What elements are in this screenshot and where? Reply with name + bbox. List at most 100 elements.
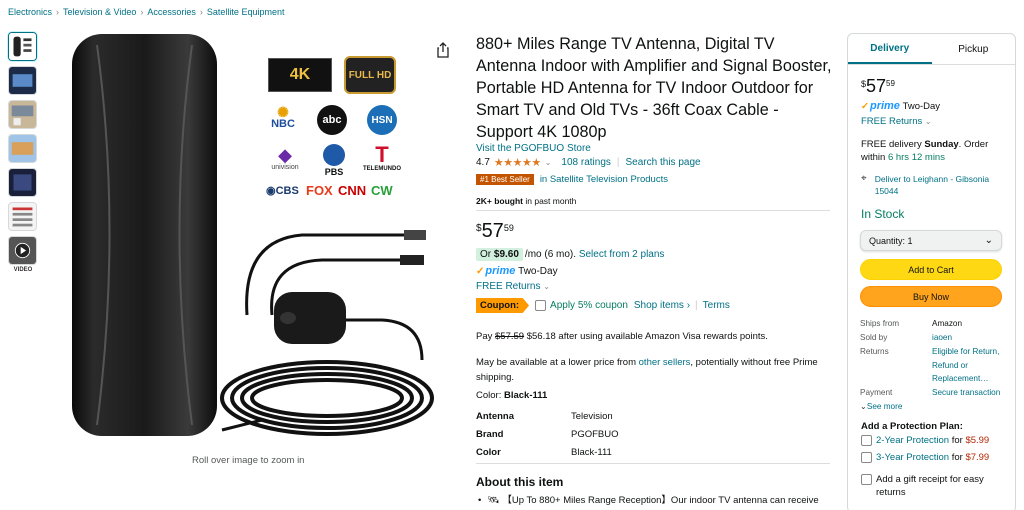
thumbnail-video[interactable] <box>8 236 37 265</box>
tab-pickup[interactable]: Pickup <box>932 34 1016 64</box>
prime-check-icon: ✓ <box>861 100 869 112</box>
thumbnail-4[interactable] <box>8 134 37 163</box>
feature-icon: 🛰 <box>487 495 500 506</box>
add-to-cart-button[interactable]: Add to Cart <box>860 259 1002 280</box>
protection-plan-2yr: 2-Year Protection for $5.99 <box>861 435 989 446</box>
tab-delivery[interactable]: Delivery <box>848 34 932 64</box>
feature-bullet: • 🛰 【Up To 880+ Miles Range Reception】Our … <box>478 495 819 506</box>
prime-check-icon: ✓ <box>476 265 485 277</box>
rating-value: 4.7 <box>476 157 490 168</box>
about-heading: About this item <box>476 475 564 489</box>
breadcrumb-electronics[interactable]: Electronics <box>8 7 52 17</box>
secure-transaction-link[interactable]: Secure transaction <box>932 386 1006 400</box>
spec-table: Antenna Television Brand PGOFBUO Color Blac… <box>476 407 619 461</box>
logo-cnn: CNN <box>338 183 367 198</box>
logo-cbs: ◉CBS <box>266 185 299 197</box>
star-rating-icon[interactable]: ★★★★★ <box>494 156 541 169</box>
delivery-tabs: Delivery Pickup <box>848 34 1015 64</box>
logo-abc: abc <box>317 105 347 135</box>
thumbnail-6[interactable] <box>8 202 37 231</box>
divider <box>848 64 1015 65</box>
buybox-prime: ✓ prime Two-Day <box>861 100 941 112</box>
sold-by-row: Sold by iaoen <box>860 331 1006 345</box>
buy-now-button[interactable]: Buy Now <box>860 286 1002 307</box>
bought-info: 2K+ bought in past month <box>476 196 577 206</box>
lower-price-text: May be available at a lower price from o… <box>476 357 818 383</box>
thumbnail-3[interactable] <box>8 100 37 129</box>
coupon-row: Coupon: Apply 5% coupon Shop items › | T… <box>476 298 730 313</box>
ships-from-row: Ships from Amazon <box>860 319 963 328</box>
logo-pbs: PBS <box>320 144 348 177</box>
free-returns-link[interactable]: FREE Returns ⌄ <box>476 281 550 292</box>
deliver-to-location[interactable]: ⌖ Deliver to Leighann - Gibsonia 15044 <box>861 173 1011 197</box>
price: $57 59 <box>476 220 514 242</box>
rating-row: 4.7 ★★★★★ ⌄ 108 ratings | Search this pa… <box>476 156 701 169</box>
separator: | <box>616 157 620 168</box>
spec-row-brand: Brand PGOFBUO <box>476 428 619 440</box>
location-pin-icon: ⌖ <box>861 173 867 184</box>
seller-link[interactable]: iaoen <box>932 331 1006 345</box>
spec-row-antenna: Antenna Television <box>476 410 613 422</box>
coupon-badge: Coupon: <box>476 298 530 313</box>
quantity-select[interactable]: Quantity: 1 ⌄ <box>860 230 1002 251</box>
share-icon[interactable] <box>436 42 450 58</box>
coupon-checkbox[interactable] <box>535 300 547 311</box>
protection-plan-3yr: 3-Year Protection for $7.99 <box>861 452 989 463</box>
terms-link[interactable]: Terms <box>703 300 730 311</box>
plan-2yr-link[interactable]: 2-Year Protection <box>876 435 949 446</box>
color-selection: Color: Black-111 <box>476 390 548 401</box>
best-seller-badge[interactable]: #1 Best Seller <box>476 174 534 185</box>
video-label: VIDEO <box>13 267 33 273</box>
payment-row: Payment Secure transaction <box>860 386 1006 400</box>
breadcrumb-tv-video[interactable]: Television & Video <box>63 7 136 17</box>
thumbnail-1[interactable] <box>8 32 37 61</box>
prime-delivery: ✓ prime Two-Day <box>476 265 558 277</box>
product-title: 880+ Miles Range TV Antenna, Digital TV … <box>476 35 832 141</box>
breadcrumb-separator-icon: › <box>199 7 203 17</box>
best-seller-row: #1 Best Seller in Satellite Television P… <box>476 174 668 185</box>
other-sellers-link[interactable]: other sellers <box>639 357 691 368</box>
breadcrumb-separator-icon: › <box>140 7 144 17</box>
plan-3yr-link[interactable]: 3-Year Protection <box>876 452 949 463</box>
ratings-link[interactable]: 108 ratings <box>561 157 610 168</box>
chevron-down-icon: ⌄ <box>984 235 993 246</box>
divider <box>476 210 830 211</box>
thumbnail-5[interactable] <box>8 168 37 197</box>
delivery-info: FREE delivery Sunday. Order within 6 hrs… <box>861 139 989 163</box>
plan-2yr-checkbox[interactable] <box>861 435 872 446</box>
buybox-free-returns[interactable]: FREE Returns ⌄ <box>861 116 932 127</box>
logo-univision: ◆ univision <box>271 145 299 171</box>
select-plans-link[interactable]: Select from 2 plans <box>579 249 665 260</box>
protection-plan-heading: Add a Protection Plan: <box>861 421 963 432</box>
returns-policy-link[interactable]: Eligible for Return, Refund or Replaceme… <box>932 345 1006 386</box>
monthly-badge: Or $9.60 <box>476 248 523 261</box>
chevron-down-icon: ⌄ <box>543 282 550 291</box>
search-page-link[interactable]: Search this page <box>626 157 701 168</box>
badge-full-hd: FULL HD <box>344 56 396 94</box>
logo-telemundo: T TELEMUNDO <box>363 142 401 173</box>
category-link[interactable]: in Satellite Television Products <box>540 174 668 185</box>
store-link[interactable]: Visit the PGOFBUO Store <box>476 143 591 154</box>
thumbnail-2[interactable] <box>8 66 37 95</box>
breadcrumb-satellite[interactable]: Satellite Equipment <box>207 7 285 17</box>
plan-3yr-checkbox[interactable] <box>861 452 872 463</box>
returns-row: Returns Eligible for Return, Refund or Re… <box>860 345 1006 386</box>
gift-receipt-option: Add a gift receipt for easy returns <box>861 473 1011 499</box>
apply-coupon-label[interactable]: Apply 5% coupon <box>550 300 628 311</box>
chevron-down-icon: ⌄ <box>860 402 867 411</box>
see-more-link[interactable]: ⌄See more <box>860 401 902 411</box>
thumbnail-strip: VIDEO <box>8 32 38 273</box>
visa-rewards-text: Pay $57.59 $56.18 after using available … <box>476 331 768 342</box>
logo-hsn: HSN <box>367 105 397 135</box>
breadcrumb-accessories[interactable]: Accessories <box>147 7 196 17</box>
breadcrumb-separator-icon: › <box>56 7 60 17</box>
logo-fox: FOX <box>306 183 333 198</box>
logo-nbc: ✺ NBC <box>271 104 295 130</box>
buybox-price: $57 59 <box>861 76 895 96</box>
chevron-down-icon: ⌄ <box>924 117 932 126</box>
zoom-hint: Roll over image to zoom in <box>192 455 305 466</box>
chevron-down-icon[interactable]: ⌄ <box>545 158 552 167</box>
gift-receipt-checkbox[interactable] <box>861 474 872 485</box>
shop-items-link[interactable]: Shop items › <box>634 300 690 311</box>
spec-row-color: Color Black-111 <box>476 446 612 458</box>
